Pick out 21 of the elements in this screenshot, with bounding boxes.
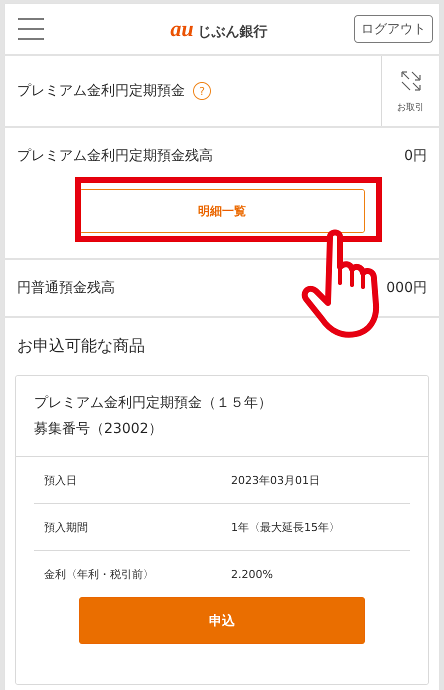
product-title: プレミアム金利円定期預金 bbox=[17, 82, 185, 100]
detail-value: 1年〈最大延長15年〉 bbox=[231, 520, 340, 534]
section-heading: お申込可能な商品 bbox=[17, 336, 146, 357]
logo-mark: au bbox=[170, 16, 194, 42]
product-name: プレミアム金利円定期預金（１５年） bbox=[34, 394, 273, 413]
detail-value: 2.200% bbox=[231, 568, 273, 580]
detail-label: 預入日 bbox=[44, 472, 78, 488]
balance-label: 円普通預金残高 bbox=[17, 279, 115, 297]
balance-value: 0円 bbox=[404, 147, 427, 165]
logout-button[interactable]: ログアウト bbox=[354, 15, 433, 43]
balance-label: プレミアム金利円定期預金残高 bbox=[17, 147, 213, 165]
balance-value: 000円 bbox=[386, 279, 427, 297]
detail-label: 金利〈年利・税引前〉 bbox=[44, 566, 155, 582]
help-button[interactable]: ? bbox=[193, 82, 211, 100]
detail-value: 2023年03月01日 bbox=[231, 472, 320, 488]
logo-name: じぶん銀行 bbox=[198, 23, 268, 41]
arrows-icon bbox=[398, 68, 422, 92]
detail-label: 預入期間 bbox=[44, 520, 89, 534]
menu-icon[interactable] bbox=[18, 18, 44, 40]
apply-button[interactable]: 申込 bbox=[79, 597, 365, 644]
offer-number: 募集番号（23002） bbox=[34, 420, 164, 439]
